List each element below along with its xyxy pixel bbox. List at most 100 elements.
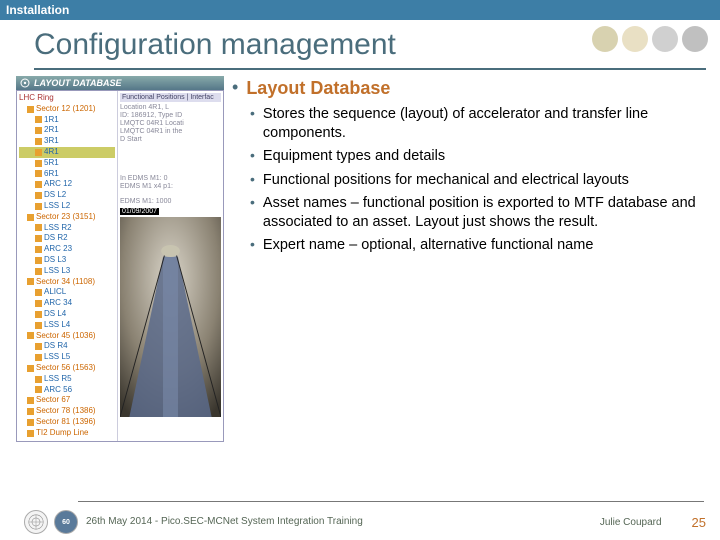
tree-sector: TI2 Dump Line [19,428,115,439]
cube-icon [35,246,42,253]
cube-icon [35,300,42,307]
tree-label: Sector 81 (1396) [36,417,96,428]
detail-line: Location 4R1, L [120,104,221,111]
tree-label: Sector 45 (1036) [36,331,96,342]
tree-item: LSS L3 [19,266,115,277]
tree-label: 5R1 [44,158,59,169]
cube-icon [35,170,42,177]
cube-icon [27,397,34,404]
tree-item: 3R1 [19,136,115,147]
ldb-title: LAYOUT DATABASE [34,78,122,88]
tree-label: Sector 23 (3151) [36,212,96,223]
tree-sector: Sector 34 (1108) [19,277,115,288]
cube-icon [35,311,42,318]
dot-icon [622,26,648,52]
dot-icon [592,26,618,52]
tree-label: DS R2 [44,233,68,244]
tree-item: LSS R5 [19,374,115,385]
tree-label: LSS R5 [44,374,72,385]
detail-line: LMQTC 04R1 Locati [120,120,221,127]
detail-panel: Functional Positions | Interfac Location… [117,91,223,441]
tree-sector: Sector 81 (1396) [19,417,115,428]
cube-icon [35,116,42,123]
tree-item: 2R1 [19,125,115,136]
tree-sector: Sector 12 (1201) [19,104,115,115]
tree-label: 3R1 [44,136,59,147]
page-number: 25 [692,515,706,530]
cube-icon [35,257,42,264]
bullet-icon: • [250,105,255,142]
cube-icon [35,203,42,210]
cube-icon [35,343,42,350]
bullet-text: Stores the sequence (layout) of accelera… [263,105,704,142]
tree-item: LSS L4 [19,320,115,331]
text-column: • Layout Database •Stores the sequence (… [232,76,704,442]
cube-icon [35,192,42,199]
bullet-item: •Stores the sequence (layout) of acceler… [250,105,704,142]
tree-label: 2R1 [44,125,59,136]
cube-icon [27,214,34,221]
tree-item: ARC 56 [19,385,115,396]
cube-icon [35,181,42,188]
tree-sector: Sector 78 (1386) [19,406,115,417]
bullet-item: •Asset names – functional position is ex… [250,194,704,231]
detail-line: EDMS M1: 1000 [120,198,221,205]
tree-label: Sector 67 [36,395,70,406]
bullet-item: •Equipment types and details [250,147,704,166]
bullet-list: •Stores the sequence (layout) of acceler… [232,105,704,255]
tree-label: 1R1 [44,115,59,126]
cube-icon [35,268,42,275]
cube-icon [27,365,34,372]
tree-item: LSS R2 [19,223,115,234]
tunnel-photo [120,217,221,417]
bullet-text: Expert name – optional, alternative func… [263,236,593,255]
cube-icon [27,408,34,415]
tree-label: ARC 56 [44,385,72,396]
bullet-text: Equipment types and details [263,147,445,166]
bullet-icon: • [232,78,238,99]
detail-line: In EDMS M1: 0 [120,175,221,182]
tree-item: LSS L5 [19,352,115,363]
footer-author: Julie Coupard [600,517,662,528]
tree-label: Sector 56 (1563) [36,363,96,374]
tree-sector: Sector 45 (1036) [19,331,115,342]
ldb-window-header: LAYOUT DATABASE [16,76,224,90]
cube-icon [27,278,34,285]
bullet-text: Functional positions for mechanical and … [263,171,629,190]
cube-icon [35,354,42,361]
tree-label: 4R1 [44,147,59,158]
title-row: Configuration management [0,20,720,68]
detail-tabs: Functional Positions | Interfac [120,93,221,102]
topbar: Installation [0,0,720,20]
bullet-icon: • [250,236,255,255]
tree-label: LSS L2 [44,201,70,212]
tree-sector: Sector 23 (3151) [19,212,115,223]
detail-line: LMQTC 04R1 in the [120,128,221,135]
tree-label: ARC 12 [44,179,72,190]
tree-item: ARC 34 [19,298,115,309]
tree-item: 1R1 [19,115,115,126]
target-icon [20,78,30,88]
tree-label: TI2 Dump Line [36,428,88,439]
tree-label: 6R1 [44,169,59,180]
tree-label: DS L4 [44,309,66,320]
tree-label: Sector 34 (1108) [36,277,95,288]
footer-logos: 60 [24,510,78,534]
dot-icon [682,26,708,52]
cube-icon [35,289,42,296]
tree-label: LSS L5 [44,352,70,363]
bullet-text: Asset names – functional position is exp… [263,194,704,231]
section-header-row: • Layout Database [232,78,704,99]
tree-item: 5R1 [19,158,115,169]
footer: 60 26th May 2014 - Pico.SEC-MCNet System… [0,510,720,534]
tree-item: DS R2 [19,233,115,244]
footer-text: 26th May 2014 - Pico.SEC-MCNet System In… [86,516,600,528]
cube-icon [35,160,42,167]
tree-label: DS R4 [44,341,68,352]
tree-item: DS R4 [19,341,115,352]
detail-line: EDMS M1 x4 p1: [120,183,221,190]
cube-icon [27,419,34,426]
bullet-item: •Functional positions for mechanical and… [250,171,704,190]
tree-item: 6R1 [19,169,115,180]
tree-panel: LHC Ring Sector 12 (1201) 1R1 2R1 3R1 4R… [17,91,117,441]
